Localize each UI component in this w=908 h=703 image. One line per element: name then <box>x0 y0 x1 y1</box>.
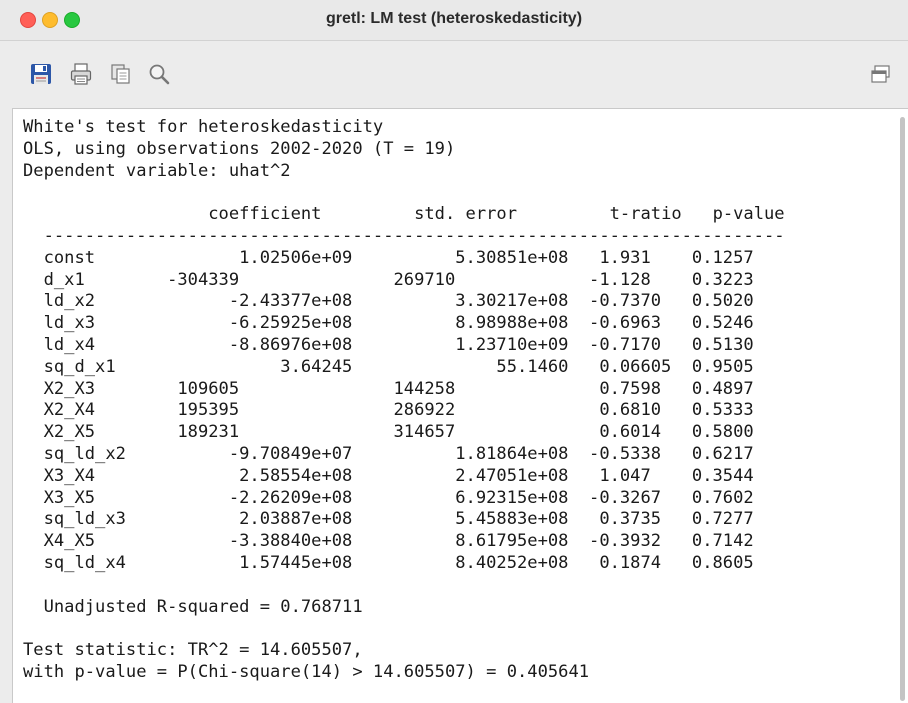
search-button[interactable] <box>146 61 172 87</box>
table-row: X2_X4 195395 286922 0.6810 0.5333 <box>23 400 754 421</box>
table-row: ld_x2 -2.43377e+08 3.30217e+08 -0.7370 0… <box>23 291 754 312</box>
r-squared-line: Unadjusted R-squared = 0.768711 <box>23 596 363 617</box>
window-title: gretl: LM test (heteroskedasticity) <box>325 10 583 27</box>
p-value-line: with p-value = P(Chi-square(14) > 14.605… <box>23 661 590 682</box>
test-output-text[interactable]: White's test for heteroskedasticity OLS,… <box>13 109 908 684</box>
window-button[interactable] <box>868 61 894 87</box>
table-row: X2_X3 109605 144258 0.7598 0.4897 <box>23 378 754 399</box>
column-header: coefficient <box>208 204 322 225</box>
table-row: X3_X4 2.58554e+08 2.47051e+08 1.047 0.35… <box>23 465 754 486</box>
header-line: White's test for heteroskedasticity <box>23 117 384 137</box>
copy-icon <box>111 64 130 84</box>
vertical-scrollbar[interactable] <box>900 117 905 701</box>
title-bar: gretl: LM test (heteroskedasticity) <box>0 0 908 41</box>
table-row: X4_X5 -3.38840e+08 8.61795e+08 -0.3932 0… <box>23 531 754 552</box>
lm-test-window: gretl: LM test (heteroskedasticity) Whit… <box>0 0 908 703</box>
search-icon <box>149 64 170 85</box>
table-row: sq_ld_x2 -9.70849e+07 1.81864e+08 -0.533… <box>23 443 754 464</box>
copy-button[interactable] <box>108 61 134 87</box>
table-row: d_x1 -304339 269710 -1.128 0.3223 <box>23 269 754 290</box>
window-icon <box>871 65 890 83</box>
output-panel[interactable]: White's test for heteroskedasticity OLS,… <box>12 108 908 703</box>
table-row: sq_d_x1 3.64245 55.1460 0.06605 0.9505 <box>23 356 754 377</box>
save-icon <box>31 64 51 84</box>
column-header: p-value <box>712 204 785 225</box>
header-line: Dependent variable: uhat^2 <box>23 160 291 181</box>
column-header: t-ratio <box>609 204 682 225</box>
print-button[interactable] <box>68 61 94 87</box>
print-icon <box>70 63 92 85</box>
header-line: OLS, using observations 2002-2020 (T = 1… <box>23 138 456 159</box>
table-row: sq_ld_x4 1.57445e+08 8.40252e+08 0.1874 … <box>23 552 754 573</box>
table-row: ld_x3 -6.25925e+08 8.98988e+08 -0.6963 0… <box>23 313 754 334</box>
table-rule: ----------------------------------------… <box>23 225 785 246</box>
table-row: X3_X5 -2.26209e+08 6.92315e+08 -0.3267 0… <box>23 487 754 508</box>
table-row: sq_ld_x3 2.03887e+08 5.45883e+08 0.3735 … <box>23 509 754 530</box>
test-statistic-line: Test statistic: TR^2 = 14.605507, <box>23 640 363 661</box>
toolbar <box>0 41 908 107</box>
table-row: X2_X5 189231 314657 0.6014 0.5800 <box>23 422 754 443</box>
save-button[interactable] <box>28 61 54 87</box>
column-header: std. error <box>414 204 518 225</box>
table-row: ld_x4 -8.86976e+08 1.23710e+09 -0.7170 0… <box>23 334 754 355</box>
table-row: const 1.02506e+09 5.30851e+08 1.931 0.12… <box>23 247 754 268</box>
